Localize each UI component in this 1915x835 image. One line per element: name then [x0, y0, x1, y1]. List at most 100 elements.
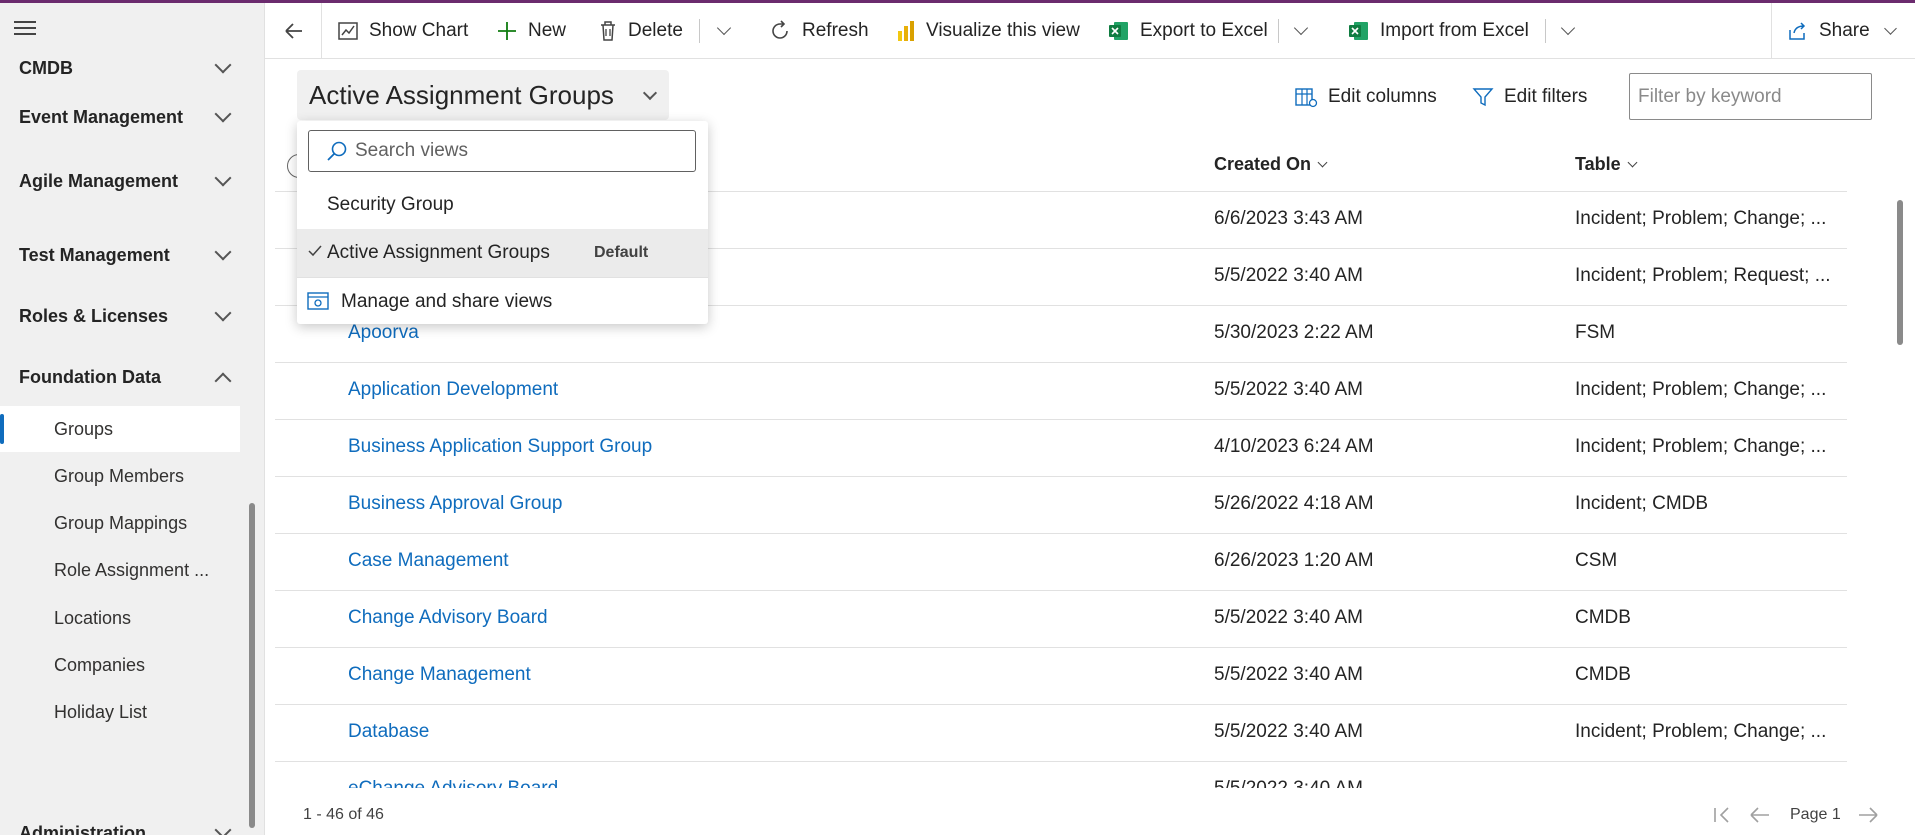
export-excel-button[interactable]: Export to Excel — [1108, 3, 1268, 59]
row-table: CMDB — [1575, 607, 1631, 628]
search-views-box[interactable] — [308, 130, 696, 172]
sidebar-section-label: Foundation Data — [19, 367, 161, 387]
sidebar-section-cmdb[interactable]: CMDB — [19, 56, 232, 80]
new-button[interactable]: New — [496, 3, 566, 59]
row-table: CSM — [1575, 550, 1618, 571]
export-more-chevron-icon[interactable] — [1290, 3, 1314, 59]
sidebar-item-groups[interactable]: Groups — [0, 406, 240, 452]
row-name-link[interactable]: Case Management — [348, 550, 509, 572]
view-selector[interactable]: Active Assignment Groups — [297, 70, 669, 120]
edit-columns-button[interactable]: Edit columns — [1294, 80, 1437, 114]
manage-share-views-button[interactable]: Manage and share views — [297, 279, 708, 323]
row-name-link[interactable]: Business Approval Group — [348, 493, 562, 515]
sidebar-section-administration[interactable]: Administration — [19, 821, 232, 835]
view-option-label: Active Assignment Groups — [327, 242, 550, 263]
sidebar-section-label: Event Management — [19, 107, 184, 127]
table-row[interactable]: Case Management 6/26/2023 1:20 AM CSM — [275, 534, 1847, 591]
previous-page-button[interactable] — [1748, 800, 1772, 830]
filter-by-keyword-input[interactable] — [1629, 73, 1872, 120]
toolbar-separator — [1545, 19, 1546, 43]
table-row[interactable]: Change Management 5/5/2022 3:40 AM CMDB — [275, 648, 1847, 705]
record-count: 1 - 46 of 46 — [303, 806, 384, 823]
first-page-button[interactable] — [1711, 800, 1733, 830]
chevron-down-icon — [1317, 157, 1328, 168]
view-option-label: Security Group — [327, 194, 454, 215]
chevron-down-icon — [214, 169, 232, 187]
table-row[interactable]: Business Application Support Group 4/10/… — [275, 420, 1847, 477]
refresh-label: Refresh — [802, 20, 869, 41]
filter-icon — [1472, 88, 1494, 107]
row-name-link[interactable]: Database — [348, 721, 429, 743]
visualize-view-button[interactable]: Visualize this view — [896, 3, 1080, 59]
row-created-on: 5/5/2022 3:40 AM — [1214, 664, 1363, 685]
table-row[interactable]: eChange Advisory Board 5/5/2022 3:40 AM — [275, 762, 1847, 788]
row-table: Incident; Problem; Change; ... — [1575, 379, 1827, 400]
back-button[interactable] — [265, 3, 322, 59]
view-option-security-group[interactable]: Security Group — [297, 181, 708, 229]
show-chart-button[interactable]: Show Chart — [337, 3, 468, 59]
row-name-link[interactable]: Business Application Support Group — [348, 436, 652, 458]
row-created-on: 4/10/2023 6:24 AM — [1214, 436, 1374, 457]
toolbar-separator — [699, 19, 700, 43]
refresh-button[interactable]: Refresh — [768, 3, 869, 59]
sidebar-item-holiday-list[interactable]: Holiday List — [0, 689, 240, 735]
import-label: Import from Excel — [1380, 20, 1529, 41]
sidebar-item-locations[interactable]: Locations — [0, 595, 240, 641]
sidebar-section-roles-licenses[interactable]: Roles & Licenses — [19, 304, 232, 328]
sidebar-item-companies[interactable]: Companies — [0, 642, 240, 688]
toolbar-separator — [1771, 3, 1772, 59]
delete-more-chevron-icon[interactable] — [713, 3, 737, 59]
sidebar-item-group-members[interactable]: Group Members — [0, 453, 240, 499]
sidebar-item-group-mappings[interactable]: Group Mappings — [0, 500, 240, 546]
edit-filters-label: Edit filters — [1504, 86, 1588, 107]
sidebar-section-agile-management[interactable]: Agile Management — [19, 169, 232, 193]
row-name-link[interactable]: Change Advisory Board — [348, 607, 548, 629]
chevron-down-icon — [214, 56, 232, 74]
sidebar-section-label: Test Management — [19, 245, 170, 265]
new-label: New — [528, 20, 567, 41]
row-name-link[interactable]: eChange Advisory Board — [348, 778, 558, 788]
search-views-input[interactable] — [355, 139, 685, 163]
row-name-link[interactable]: Apoorva — [348, 322, 419, 344]
next-page-button[interactable] — [1856, 800, 1880, 830]
column-header-table[interactable]: Table — [1575, 154, 1638, 175]
table-row[interactable]: Database 5/5/2022 3:40 AM Incident; Prob… — [275, 705, 1847, 762]
row-created-on: 5/5/2022 3:40 AM — [1214, 265, 1363, 286]
plus-icon — [498, 22, 516, 40]
sidebar-scrollbar[interactable] — [249, 503, 255, 828]
sidebar-item-role-assignment[interactable]: Role Assignment ... — [0, 547, 240, 593]
import-more-chevron-icon[interactable] — [1557, 3, 1581, 59]
import-excel-button[interactable]: Import from Excel — [1348, 3, 1529, 59]
row-table: Incident; Problem; Request; ... — [1575, 265, 1831, 286]
view-title: Active Assignment Groups — [309, 79, 614, 110]
row-name-link[interactable]: Change Management — [348, 664, 531, 686]
grid-scrollbar[interactable] — [1897, 200, 1903, 345]
table-row[interactable]: Business Approval Group 5/26/2022 4:18 A… — [275, 477, 1847, 534]
view-option-active-assignment-groups[interactable]: Active Assignment Groups Default — [297, 229, 708, 277]
hamburger-menu-icon[interactable] — [14, 21, 36, 37]
share-button[interactable]: Share — [1787, 3, 1897, 59]
sidebar-section-foundation-data[interactable]: Foundation Data — [19, 365, 232, 390]
row-table: Incident; Problem; Change; ... — [1575, 436, 1827, 457]
refresh-icon — [772, 20, 788, 39]
sidebar-section-event-management[interactable]: Event Management — [19, 105, 232, 129]
delete-label: Delete — [628, 20, 683, 41]
delete-button[interactable]: Delete — [598, 3, 683, 59]
sidebar-section-label: Administration — [19, 823, 147, 835]
table-row[interactable]: Change Advisory Board 5/5/2022 3:40 AM C… — [275, 591, 1847, 648]
row-created-on: 5/30/2023 2:22 AM — [1214, 322, 1374, 343]
sidebar: CMDB Event Management Agile Management T… — [0, 3, 265, 835]
sidebar-section-test-management[interactable]: Test Management — [19, 243, 232, 267]
edit-columns-label: Edit columns — [1328, 86, 1437, 107]
excel-icon — [1109, 22, 1128, 40]
arrow-right-icon — [1859, 807, 1878, 823]
row-name-link[interactable]: Application Development — [348, 379, 558, 401]
row-table: Incident; Problem; Change; ... — [1575, 721, 1827, 742]
column-header-created-on[interactable]: Created On — [1214, 154, 1328, 175]
edit-filters-button[interactable]: Edit filters — [1472, 80, 1587, 114]
manage-views-label: Manage and share views — [341, 291, 553, 312]
view-dropdown: Security Group Active Assignment Groups … — [297, 121, 708, 324]
table-row[interactable]: Application Development 5/5/2022 3:40 AM… — [275, 363, 1847, 420]
chart-icon — [338, 22, 358, 40]
share-label: Share — [1819, 20, 1870, 41]
